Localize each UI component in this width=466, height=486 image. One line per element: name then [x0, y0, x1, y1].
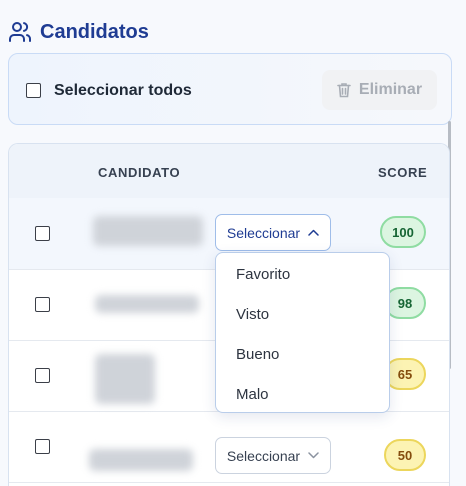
row-checkbox[interactable] — [35, 368, 50, 383]
table-header: CANDIDATO SCORE — [9, 144, 449, 199]
row-checkbox[interactable] — [35, 226, 50, 241]
select-all-label[interactable]: Seleccionar todos — [54, 82, 192, 100]
dropdown-option-malo[interactable]: Malo — [236, 386, 269, 403]
delete-label: Eliminar — [358, 81, 423, 98]
users-icon — [9, 22, 32, 42]
table-row: Seleccionar 50 — [9, 411, 449, 483]
trash-icon — [337, 83, 351, 98]
dropdown-option-favorito[interactable]: Favorito — [236, 266, 290, 283]
selection-bar: Seleccionar todos Eliminar — [8, 53, 452, 125]
blurred-candidate-name — [89, 449, 193, 471]
blurred-candidate-name — [93, 216, 203, 246]
dropdown-option-bueno[interactable]: Bueno — [236, 346, 279, 363]
status-select-label: Seleccionar — [226, 447, 301, 464]
status-select-label: Seleccionar — [226, 224, 301, 241]
status-select[interactable]: Seleccionar — [215, 214, 331, 251]
status-dropdown-menu: Favorito Visto Bueno Malo — [215, 252, 390, 413]
status-select[interactable]: Seleccionar — [215, 437, 331, 474]
page-title: Candidatos — [40, 20, 149, 43]
score-badge: 65 — [384, 358, 426, 390]
column-header-candidate: CANDIDATO — [98, 165, 181, 180]
blurred-candidate-name — [95, 295, 199, 313]
blurred-candidate-name — [95, 354, 155, 404]
score-badge: 98 — [384, 287, 426, 319]
delete-button[interactable]: Eliminar — [322, 70, 437, 110]
score-badge: 50 — [384, 439, 426, 471]
chevron-down-icon — [308, 452, 319, 459]
row-checkbox[interactable] — [35, 297, 50, 312]
row-checkbox[interactable] — [35, 439, 50, 454]
column-header-score: SCORE — [378, 165, 428, 180]
score-badge: 100 — [380, 216, 426, 248]
dropdown-option-visto[interactable]: Visto — [236, 306, 269, 323]
page-header: Candidatos — [8, 18, 149, 46]
select-all-checkbox[interactable] — [26, 83, 41, 98]
chevron-up-icon — [308, 229, 319, 236]
